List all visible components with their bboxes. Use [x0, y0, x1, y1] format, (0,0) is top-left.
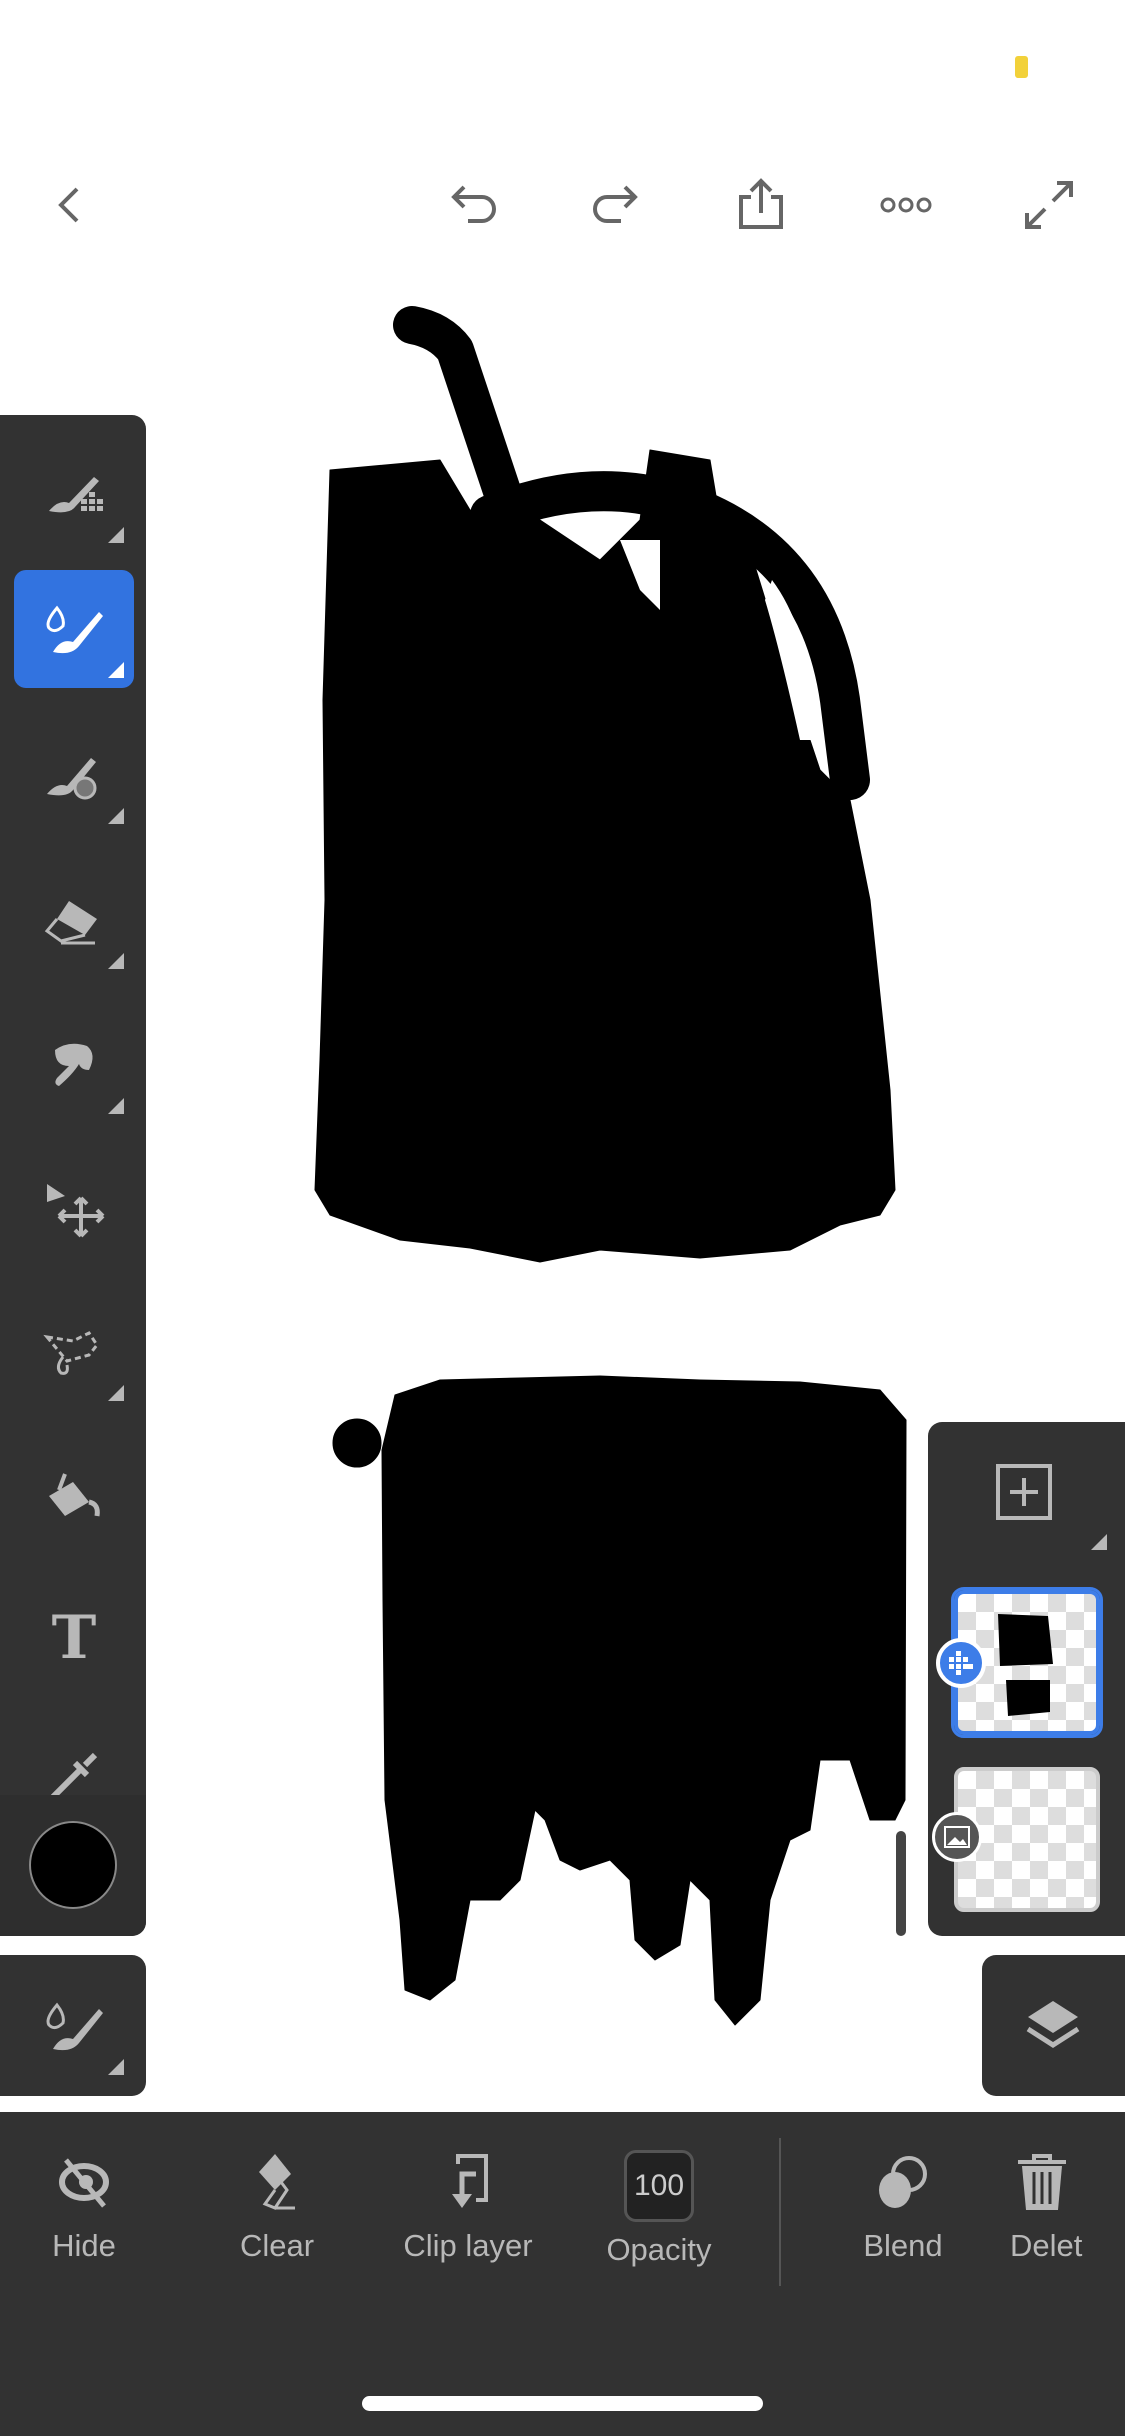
eye-hidden-icon	[59, 2158, 109, 2208]
plus-square-icon	[996, 1464, 1052, 1520]
color-well[interactable]	[0, 1795, 146, 1936]
opacity-value-box: 100	[624, 2150, 694, 2222]
delete-layer-button[interactable]: Delet	[1000, 2150, 1125, 2264]
clip-layer-label: Clip layer	[403, 2228, 533, 2263]
clear-layer-button[interactable]: Clear	[187, 2150, 367, 2264]
home-indicator	[362, 2396, 763, 2411]
clear-eraser-icon	[259, 2154, 295, 2210]
artwork-top	[314, 306, 896, 1263]
trash-icon	[1018, 2154, 1066, 2210]
tool-pixel-brush[interactable]	[14, 435, 134, 553]
clip-layer-button[interactable]: Clip layer	[378, 2150, 558, 2264]
tool-blend-brush[interactable]	[14, 716, 134, 834]
add-layer-button[interactable]	[994, 1462, 1054, 1522]
opacity-value: 100	[633, 2169, 685, 2202]
layers-scroll-handle[interactable]	[896, 1831, 906, 1936]
opacity-label: Opacity	[606, 2232, 712, 2267]
watercolor-brush-icon	[46, 605, 103, 654]
tool-transform[interactable]	[14, 1150, 134, 1268]
add-layer-menu-triangle	[1091, 1534, 1107, 1550]
blend-label: Blend	[863, 2228, 943, 2263]
tool-fill[interactable]	[14, 1436, 134, 1554]
text-icon: T	[51, 1603, 97, 1673]
tool-smudge[interactable]	[14, 1006, 134, 1124]
smudge-icon	[55, 1043, 93, 1086]
brush-settings-button[interactable]	[0, 1955, 146, 2096]
layers-toggle-button[interactable]	[982, 1955, 1125, 2096]
blend-mode-button[interactable]: Blend	[813, 2150, 993, 2264]
tool-palette: T	[0, 415, 146, 1936]
clear-label: Clear	[239, 2228, 315, 2263]
tool-watercolor-brush[interactable]	[14, 570, 134, 688]
hide-layer-button[interactable]: Hide	[0, 2150, 174, 2264]
lasso-icon	[43, 1331, 99, 1375]
blend-icon	[879, 2156, 927, 2208]
move-transform-icon	[47, 1184, 105, 1238]
layers-panel	[928, 1422, 1125, 1936]
pixel-brush-icon	[49, 477, 103, 513]
hide-label: Hide	[52, 2228, 116, 2263]
pixel-layer-icon	[936, 1638, 986, 1688]
current-color-swatch[interactable]	[29, 1821, 117, 1909]
tool-text[interactable]: T	[14, 1579, 134, 1697]
paint-bucket-icon	[49, 1473, 100, 1517]
clip-layer-icon	[452, 2154, 488, 2208]
tool-lasso[interactable]	[14, 1293, 134, 1411]
divider	[779, 2138, 781, 2286]
delete-label: Delet	[1010, 2228, 1083, 2263]
brush-settings[interactable]	[14, 1967, 134, 2085]
blend-brush-icon	[47, 758, 97, 800]
tool-eraser[interactable]	[14, 861, 134, 979]
drawing-canvas[interactable]	[0, 0, 1125, 2436]
opacity-button[interactable]: 100 Opacity	[569, 2150, 749, 2268]
eraser-icon	[44, 901, 97, 945]
layer-actions-bar: Hide Clear Clip layer 100 Opacity Blend …	[0, 2112, 1125, 2436]
layers-icon	[1026, 2001, 1080, 2048]
image-layer-icon	[932, 1812, 982, 1862]
artwork-bottom	[332, 1375, 907, 2026]
watercolor-brush-icon	[46, 2002, 103, 2051]
